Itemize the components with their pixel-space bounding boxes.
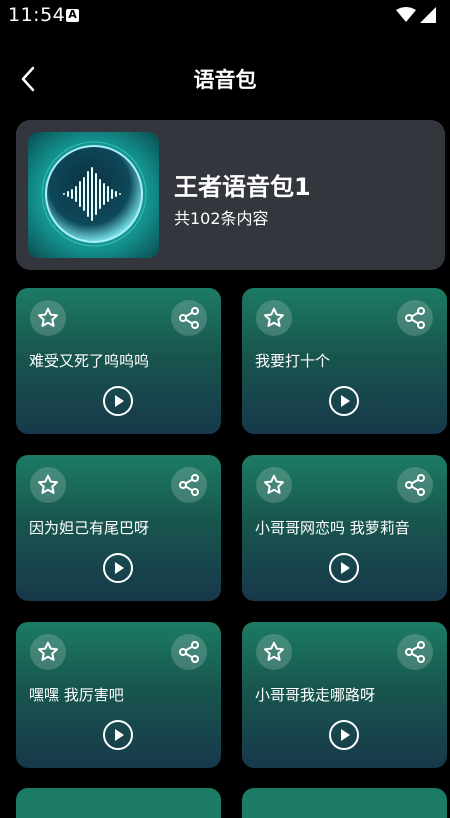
clip-card[interactable]: 我要打十个	[242, 288, 447, 434]
star-icon	[264, 474, 284, 494]
favorite-button[interactable]	[256, 634, 292, 670]
clip-label: 小哥哥网恋吗 我萝莉音	[255, 519, 410, 537]
share-icon	[405, 307, 425, 329]
play-button[interactable]	[328, 385, 360, 417]
favorite-button[interactable]	[256, 467, 292, 503]
play-button[interactable]	[328, 552, 360, 584]
play-button[interactable]	[328, 719, 360, 751]
clip-card-partial[interactable]	[242, 788, 447, 818]
favorite-button[interactable]	[256, 300, 292, 336]
clip-label: 小哥哥我走哪路呀	[255, 686, 376, 704]
star-icon	[264, 641, 284, 661]
play-button[interactable]	[102, 719, 134, 751]
share-icon	[405, 641, 425, 663]
clip-card[interactable]: 难受又死了呜呜呜	[16, 288, 221, 434]
clip-card[interactable]: 嘿嘿 我厉害吧	[16, 622, 221, 768]
share-button[interactable]	[171, 467, 207, 503]
share-icon	[405, 474, 425, 496]
star-icon	[264, 307, 284, 327]
clip-card[interactable]: 因为妲己有尾巴呀	[16, 455, 221, 601]
share-button[interactable]	[171, 300, 207, 336]
share-icon	[179, 641, 199, 663]
star-icon	[38, 474, 58, 494]
share-button[interactable]	[397, 467, 433, 503]
share-button[interactable]	[171, 634, 207, 670]
star-icon	[38, 641, 58, 661]
clip-label: 嘿嘿 我厉害吧	[29, 686, 124, 704]
star-icon	[38, 307, 58, 327]
favorite-button[interactable]	[30, 300, 66, 336]
clip-card-partial[interactable]	[16, 788, 221, 818]
share-button[interactable]	[397, 300, 433, 336]
clip-card[interactable]: 小哥哥我走哪路呀	[242, 622, 447, 768]
clip-card[interactable]: 小哥哥网恋吗 我萝莉音	[242, 455, 447, 601]
share-icon	[179, 307, 199, 329]
play-button[interactable]	[102, 552, 134, 584]
favorite-button[interactable]	[30, 467, 66, 503]
play-button[interactable]	[102, 385, 134, 417]
clip-grid: 难受又死了呜呜呜 我要打十个 因为妲己有尾巴呀 小哥哥网恋吗 我萝莉音 嘿嘿 我…	[0, 0, 450, 818]
clip-label: 因为妲己有尾巴呀	[29, 519, 150, 537]
share-icon	[179, 474, 199, 496]
clip-label: 难受又死了呜呜呜	[29, 352, 150, 370]
clip-label: 我要打十个	[255, 352, 331, 370]
share-button[interactable]	[397, 634, 433, 670]
favorite-button[interactable]	[30, 634, 66, 670]
